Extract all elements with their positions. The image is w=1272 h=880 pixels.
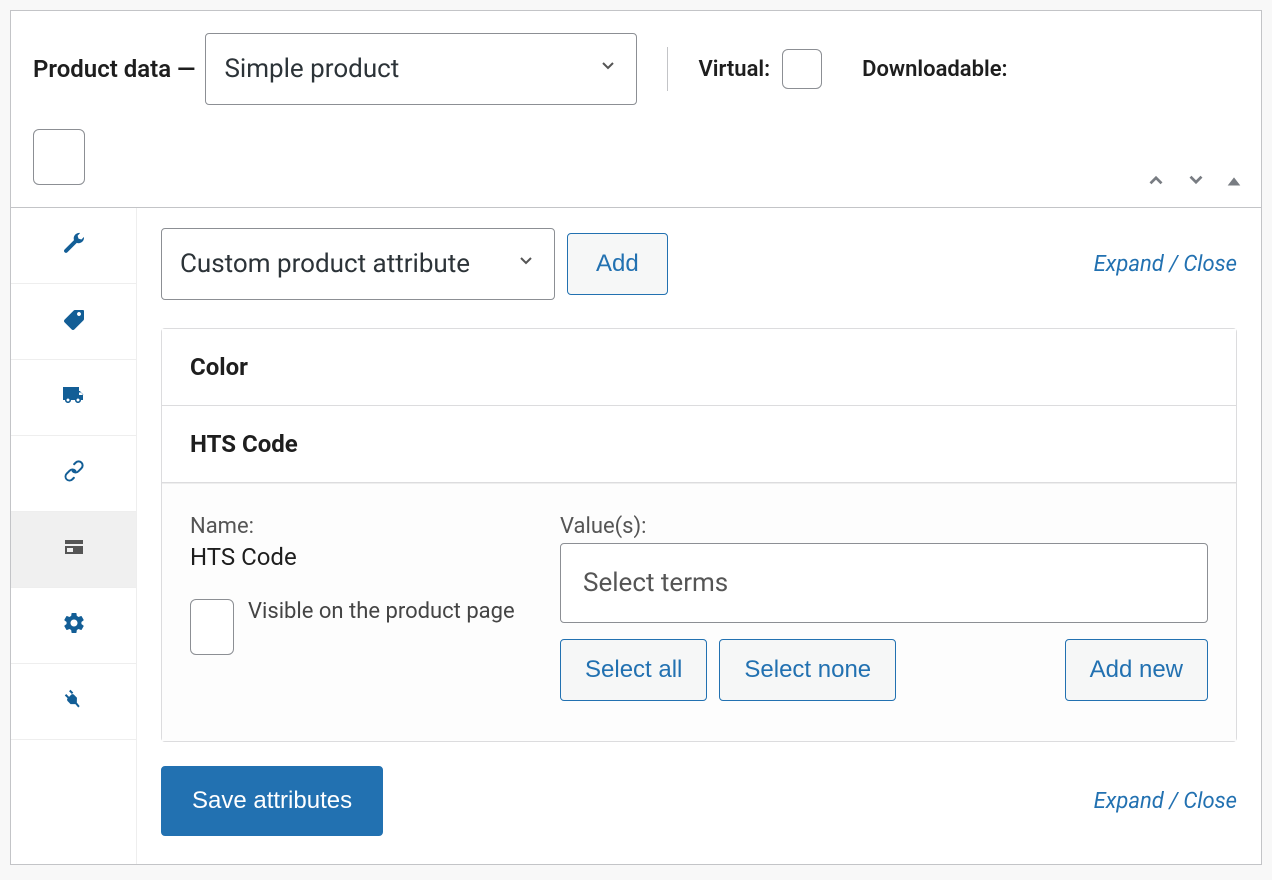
add-attribute-button[interactable]: Add [567, 233, 668, 295]
tag-icon [62, 307, 86, 337]
header-separator [667, 47, 668, 91]
wrench-icon [62, 231, 86, 261]
name-value: HTS Code [190, 543, 520, 571]
product-data-title: Product data — [33, 55, 195, 83]
gear-icon [62, 611, 86, 641]
attribute-type-value: Custom product attribute [180, 249, 470, 279]
chevron-down-icon [516, 251, 536, 277]
list-card-icon [62, 535, 86, 565]
tab-advanced[interactable] [11, 588, 136, 664]
metabox-handles [1145, 169, 1243, 197]
plug-icon [62, 687, 86, 717]
virtual-checkbox[interactable] [782, 49, 822, 89]
attribute-type-select[interactable]: Custom product attribute [161, 228, 555, 300]
downloadable-checkbox[interactable] [33, 129, 85, 185]
expand-close-bottom: Expand / Close [1094, 789, 1237, 814]
virtual-label: Virtual: [698, 57, 770, 82]
attribute-row-color[interactable]: Color [162, 329, 1236, 406]
chevron-down-icon [598, 56, 618, 82]
truck-icon [62, 383, 86, 413]
save-attributes-button[interactable]: Save attributes [161, 766, 383, 836]
product-data-metabox: Product data — Simple product Virtual: D… [10, 10, 1262, 865]
values-label: Value(s): [560, 514, 1208, 539]
expand-close-top: Expand / Close [1094, 252, 1237, 277]
metabox-header: Product data — Simple product Virtual: D… [11, 11, 1261, 208]
attributes-panel: Custom product attribute Add Expand / Cl… [137, 208, 1261, 864]
link-icon [62, 459, 86, 489]
values-select[interactable]: Select terms [560, 543, 1208, 623]
expand-link-bottom[interactable]: Expand [1094, 789, 1164, 814]
attribute-body-hts: Name: HTS Code Visible on the product pa… [162, 483, 1236, 741]
product-type-value: Simple product [224, 54, 399, 84]
add-new-button[interactable]: Add new [1065, 639, 1208, 701]
attribute-row-hts[interactable]: HTS Code [162, 406, 1236, 483]
tab-linked[interactable] [11, 436, 136, 512]
move-down-button[interactable] [1185, 169, 1207, 197]
attributes-list: Color HTS Code Name: HTS Code Visible on… [161, 328, 1237, 742]
select-all-button[interactable]: Select all [560, 639, 707, 701]
close-link[interactable]: Close [1183, 252, 1237, 277]
name-label: Name: [190, 514, 520, 539]
tab-general[interactable] [11, 208, 136, 284]
collapse-button[interactable] [1225, 169, 1243, 197]
visible-checkbox[interactable] [190, 599, 234, 655]
visible-label: Visible on the product page [248, 599, 515, 624]
product-type-select[interactable]: Simple product [205, 33, 637, 105]
expand-link[interactable]: Expand [1094, 252, 1164, 277]
move-up-button[interactable] [1145, 169, 1167, 197]
product-data-tabs [11, 208, 137, 864]
values-placeholder: Select terms [583, 568, 728, 598]
tab-inventory[interactable] [11, 284, 136, 360]
tab-extra[interactable] [11, 664, 136, 740]
tab-attributes[interactable] [11, 512, 136, 588]
close-link-bottom[interactable]: Close [1183, 789, 1237, 814]
select-none-button[interactable]: Select none [719, 639, 896, 701]
tab-shipping[interactable] [11, 360, 136, 436]
downloadable-label: Downloadable: [862, 57, 1007, 82]
